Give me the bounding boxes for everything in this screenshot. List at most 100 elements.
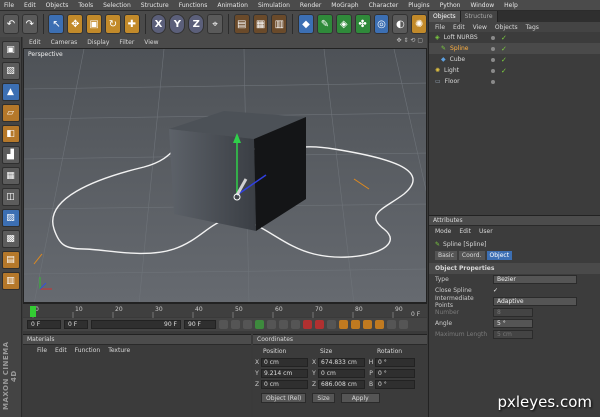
render-settings-icon[interactable]: ▥ bbox=[271, 14, 288, 34]
move-icon[interactable]: ✥ bbox=[67, 14, 84, 34]
object-row-floor[interactable]: ▭ Floor bbox=[429, 76, 600, 87]
objects-menu-objects[interactable]: Objects bbox=[495, 24, 518, 31]
menu-window[interactable]: Window bbox=[471, 2, 495, 9]
objects-menu-view[interactable]: View bbox=[473, 24, 487, 31]
end-frame-field[interactable]: 90 F bbox=[184, 320, 216, 329]
add-object-icon[interactable]: ✚ bbox=[123, 14, 140, 34]
key-pla-icon[interactable] bbox=[387, 320, 396, 329]
materials-menu-function[interactable]: Function bbox=[75, 347, 101, 354]
menu-character[interactable]: Character bbox=[369, 2, 399, 9]
apply-button[interactable]: Apply bbox=[340, 393, 380, 403]
menu-objects[interactable]: Objects bbox=[46, 2, 69, 9]
menu-python[interactable]: Python bbox=[440, 2, 461, 9]
record-icon[interactable] bbox=[303, 320, 312, 329]
prev-key-icon[interactable] bbox=[231, 320, 240, 329]
x-axis-icon[interactable]: X bbox=[150, 14, 167, 34]
go-to-end-icon[interactable] bbox=[291, 320, 300, 329]
materials-menu-file[interactable]: File bbox=[37, 347, 47, 354]
tab-basic[interactable]: Basic bbox=[435, 251, 457, 260]
use-edges-tool-icon[interactable]: ▱ bbox=[1, 104, 20, 122]
position-x-field[interactable]: 0 cm bbox=[261, 357, 308, 367]
objects-menu-tags[interactable]: Tags bbox=[526, 24, 539, 31]
viewport-menu-edit[interactable]: Edit bbox=[29, 39, 41, 46]
scene-icon[interactable]: ◐ bbox=[392, 14, 409, 34]
attributes-menu-mode[interactable]: Mode bbox=[435, 228, 451, 235]
number-field[interactable]: 8 bbox=[493, 308, 533, 317]
cube-object-icon[interactable]: ◆ bbox=[298, 14, 314, 34]
object-row-loft-nurbs[interactable]: ◈ Loft NURBS ✓ bbox=[429, 32, 600, 43]
spline-pen-icon[interactable]: ✎ bbox=[316, 14, 333, 34]
nurbs-icon[interactable]: ◈ bbox=[335, 14, 352, 34]
position-y-field[interactable]: 9.214 cm bbox=[261, 368, 308, 378]
playhead-marker[interactable] bbox=[30, 306, 36, 317]
size-z-field[interactable]: 686.008 cm bbox=[318, 379, 365, 389]
menu-tools[interactable]: Tools bbox=[78, 2, 93, 9]
key-parameter-icon[interactable] bbox=[375, 320, 384, 329]
viewport-menu-cameras[interactable]: Cameras bbox=[51, 39, 78, 46]
size-y-field[interactable]: 0 cm bbox=[318, 368, 365, 378]
visibility-dot[interactable] bbox=[491, 79, 495, 84]
paint-icon[interactable]: ▤ bbox=[1, 251, 20, 269]
render-view-icon[interactable]: ▤ bbox=[233, 14, 250, 34]
next-key-icon[interactable] bbox=[279, 320, 288, 329]
visibility-dot[interactable] bbox=[491, 35, 495, 40]
scale-icon[interactable]: ▣ bbox=[86, 14, 103, 34]
deformer-icon[interactable]: ◎ bbox=[373, 14, 390, 34]
y-axis-icon[interactable]: Y bbox=[169, 14, 186, 34]
z-axis-icon[interactable]: Z bbox=[188, 14, 205, 34]
materials-menu-edit[interactable]: Edit bbox=[55, 347, 67, 354]
axis-tool-icon[interactable]: ▟ bbox=[1, 146, 20, 164]
next-frame-icon[interactable] bbox=[267, 320, 276, 329]
viewport-menu-display[interactable]: Display bbox=[87, 39, 109, 46]
current-frame-field[interactable]: 0 F bbox=[27, 320, 61, 329]
viewport-menu-view[interactable]: View bbox=[144, 39, 158, 46]
use-points-tool-icon[interactable]: ▲ bbox=[1, 83, 20, 101]
key-position-icon[interactable] bbox=[339, 320, 348, 329]
locked-workplane-icon[interactable]: ▥ bbox=[1, 272, 20, 290]
use-model-tool-icon[interactable]: ▣ bbox=[1, 41, 20, 59]
rotation-p-field[interactable]: 0 ° bbox=[375, 368, 415, 378]
key-rotation-icon[interactable] bbox=[363, 320, 372, 329]
array-icon[interactable]: ✤ bbox=[354, 14, 371, 34]
max-length-field[interactable]: 5 cm bbox=[493, 330, 533, 339]
viewport-menu-filter[interactable]: Filter bbox=[119, 39, 134, 46]
timeline-ruler[interactable]: 0 10 20 30 40 50 60 70 80 90 0 F bbox=[23, 303, 427, 318]
menu-functions[interactable]: Functions bbox=[179, 2, 208, 9]
attributes-menu-user[interactable]: User bbox=[479, 228, 493, 235]
workplane-icon[interactable]: ▨ bbox=[1, 209, 20, 227]
undo-icon[interactable]: ↶ bbox=[3, 14, 19, 34]
materials-menu-texture[interactable]: Texture bbox=[108, 347, 130, 354]
size-mode-dropdown[interactable]: Size bbox=[312, 393, 335, 403]
autokey-icon[interactable] bbox=[315, 320, 324, 329]
visibility-dot[interactable] bbox=[491, 46, 495, 51]
light-icon[interactable]: ✺ bbox=[411, 14, 428, 34]
menu-help[interactable]: Help bbox=[504, 2, 518, 9]
perspective-viewport[interactable]: Perspective bbox=[23, 48, 427, 303]
close-spline-checkbox[interactable]: ✓ bbox=[493, 287, 498, 294]
checker-icon[interactable]: ▩ bbox=[1, 230, 20, 248]
objects-menu-file[interactable]: File bbox=[435, 24, 445, 31]
live-select-icon[interactable]: ↖ bbox=[48, 14, 65, 34]
viewport-nav-icons[interactable]: ✥ ⇕ ⟲ ▢ bbox=[397, 37, 423, 44]
menu-mograph[interactable]: MoGraph bbox=[331, 2, 358, 9]
prev-frame-icon[interactable] bbox=[243, 320, 252, 329]
object-row-light[interactable]: ✺ Light ✓ bbox=[429, 65, 600, 76]
size-x-field[interactable]: 674.833 cm bbox=[318, 357, 365, 367]
angle-field[interactable]: 5 ° bbox=[493, 319, 533, 328]
snap-icon[interactable]: ◫ bbox=[1, 188, 20, 206]
object-row-cube[interactable]: ◆ Cube ✓ bbox=[429, 54, 600, 65]
object-row-spline[interactable]: ✎ Spline ✓ bbox=[429, 43, 600, 54]
range-end-field[interactable]: 90 F bbox=[91, 320, 181, 329]
coord-system-icon[interactable]: ⌖ bbox=[207, 14, 223, 34]
tab-structure[interactable]: Structure bbox=[460, 11, 498, 22]
tweak-tool-icon[interactable]: ▦ bbox=[1, 167, 20, 185]
menu-render[interactable]: Render bbox=[300, 2, 321, 9]
intermediate-points-dropdown[interactable]: Adaptive bbox=[493, 297, 577, 306]
range-start-field[interactable]: 0 F bbox=[64, 320, 88, 329]
tab-object[interactable]: Object bbox=[486, 251, 513, 260]
redo-icon[interactable]: ↷ bbox=[21, 14, 38, 34]
render-picture-viewer-icon[interactable]: ▦ bbox=[252, 14, 269, 34]
tab-coord[interactable]: Coord. bbox=[458, 251, 485, 260]
use-texture-tool-icon[interactable]: ▧ bbox=[1, 62, 20, 80]
type-dropdown[interactable]: Bezier bbox=[493, 275, 577, 284]
